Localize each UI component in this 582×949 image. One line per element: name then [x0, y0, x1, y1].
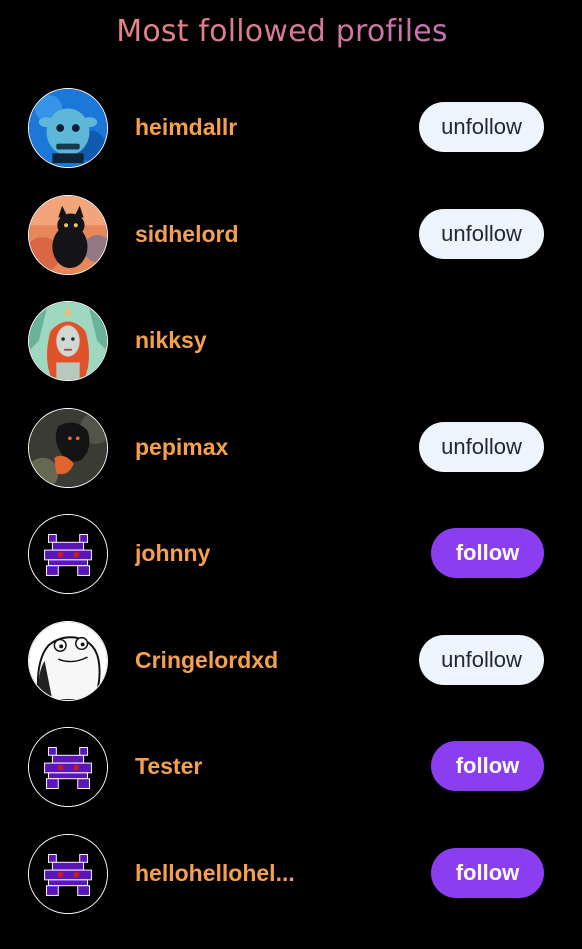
black-cat-avatar-icon[interactable]	[28, 194, 108, 275]
dark-creature-avatar-icon[interactable]	[28, 407, 108, 488]
unfollow-button[interactable]: unfollow	[419, 421, 544, 472]
profile-row: johnny follow	[0, 500, 582, 607]
username-label[interactable]: johnny	[135, 540, 210, 567]
pixel-invader-avatar-icon[interactable]	[28, 833, 108, 914]
pixel-invader-avatar-icon[interactable]	[28, 514, 108, 594]
red-hair-portrait-avatar-icon[interactable]	[28, 301, 108, 381]
blue-troll-avatar-icon[interactable]	[28, 88, 108, 168]
profile-list: heimdallr unfollow sidhelord unfollow ni…	[0, 74, 582, 926]
follow-button[interactable]: follow	[431, 528, 544, 578]
username-label[interactable]: Cringelordxd	[135, 647, 278, 674]
profile-row: heimdallr unfollow	[0, 74, 582, 181]
username-label[interactable]: heimdallr	[135, 114, 237, 141]
username-label[interactable]: Tester	[135, 753, 202, 780]
profile-row: nikksy	[0, 287, 582, 394]
follow-button[interactable]: follow	[431, 741, 544, 791]
frog-sketch-avatar-icon[interactable]	[28, 620, 108, 701]
follow-button[interactable]: follow	[431, 847, 544, 898]
profile-row: pepimax unfollow	[0, 394, 582, 501]
profile-row: sidhelord unfollow	[0, 181, 582, 288]
username-label[interactable]: sidhelord	[135, 221, 239, 248]
username-label[interactable]: nikksy	[135, 327, 207, 354]
pixel-invader-avatar-icon[interactable]	[28, 727, 108, 807]
profile-row: hellohellohel... follow	[0, 820, 582, 927]
unfollow-button[interactable]: unfollow	[419, 634, 544, 685]
unfollow-button[interactable]: unfollow	[419, 102, 544, 152]
username-label[interactable]: pepimax	[135, 434, 228, 461]
profile-row: Tester follow	[0, 713, 582, 820]
username-label[interactable]: hellohellohel...	[135, 860, 295, 887]
page-title: Most followed profiles	[0, 14, 564, 49]
unfollow-button[interactable]: unfollow	[419, 208, 544, 259]
profile-row: Cringelordxd unfollow	[0, 607, 582, 714]
